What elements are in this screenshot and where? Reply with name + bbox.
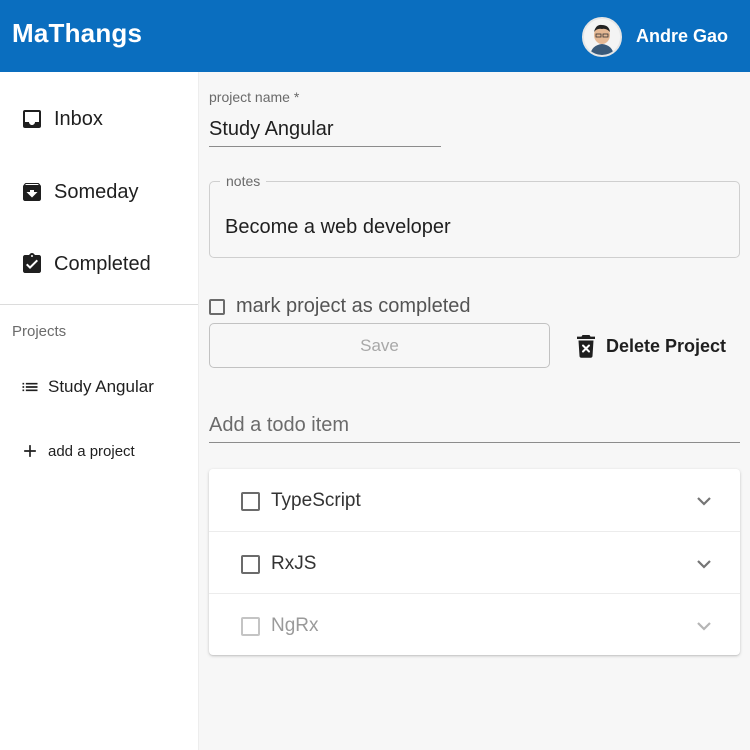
todo-item[interactable]: TypeScript bbox=[209, 469, 740, 531]
todo-item[interactable]: NgRx bbox=[209, 593, 740, 656]
notes-label: notes bbox=[220, 173, 267, 189]
add-project-label: add a project bbox=[48, 442, 135, 460]
user-name[interactable]: Andre Gao bbox=[636, 26, 728, 47]
inbox-icon bbox=[20, 107, 44, 131]
sidebar-item-completed[interactable]: Completed bbox=[20, 249, 151, 279]
delete-project-button[interactable]: Delete Project bbox=[576, 334, 726, 358]
add-project-button[interactable]: add a project bbox=[20, 441, 135, 461]
list-icon bbox=[22, 382, 38, 392]
chevron-down-icon[interactable] bbox=[696, 620, 712, 632]
mark-completed-checkbox[interactable]: mark project as completed bbox=[209, 295, 471, 318]
user-avatar[interactable] bbox=[582, 17, 622, 57]
plus-icon bbox=[24, 445, 36, 457]
app-header: MaThangs Andre Gao bbox=[0, 0, 750, 72]
todo-item[interactable]: RxJS bbox=[209, 531, 740, 594]
todo-label: TypeScript bbox=[271, 490, 361, 511]
project-name-label: project name * bbox=[209, 89, 300, 105]
chevron-down-icon[interactable] bbox=[696, 495, 712, 507]
checkbox-icon[interactable] bbox=[209, 298, 225, 315]
todo-checkbox[interactable] bbox=[241, 492, 260, 511]
sidebar-divider bbox=[0, 304, 198, 305]
trash-icon bbox=[577, 335, 595, 358]
project-detail: project name * notes Become a web develo… bbox=[199, 72, 750, 750]
project-label: Study Angular bbox=[48, 377, 154, 396]
todo-checkbox[interactable] bbox=[241, 555, 260, 574]
sidebar-item-someday[interactable]: Someday bbox=[20, 177, 139, 207]
archive-icon bbox=[20, 180, 44, 204]
delete-project-label: Delete Project bbox=[606, 335, 727, 356]
todo-label: RxJS bbox=[271, 553, 317, 574]
save-button[interactable]: Save bbox=[209, 323, 550, 368]
sidebar-item-label: Completed bbox=[54, 252, 151, 275]
todo-label: NgRx bbox=[271, 615, 319, 636]
todo-list: TypeScript RxJS NgRx bbox=[209, 469, 740, 655]
clipboard-check-icon bbox=[20, 252, 44, 276]
app-title[interactable]: MaThangs bbox=[12, 18, 142, 49]
notes-field[interactable]: notes Become a web developer bbox=[209, 173, 740, 258]
project-name-input[interactable] bbox=[209, 112, 441, 147]
sidebar: Inbox Someday Completed Projects Study A… bbox=[0, 72, 199, 750]
add-todo-input[interactable] bbox=[209, 408, 740, 443]
avatar-image bbox=[584, 19, 620, 55]
projects-heading: Projects bbox=[12, 323, 67, 340]
sidebar-item-study-angular[interactable]: Study Angular bbox=[20, 377, 154, 397]
sidebar-item-label: Inbox bbox=[54, 107, 103, 130]
todo-checkbox[interactable] bbox=[241, 617, 260, 636]
notes-value[interactable]: Become a web developer bbox=[225, 216, 451, 239]
sidebar-item-label: Someday bbox=[54, 180, 139, 203]
chevron-down-icon[interactable] bbox=[696, 558, 712, 570]
mark-completed-label: mark project as completed bbox=[236, 295, 471, 317]
sidebar-item-inbox[interactable]: Inbox bbox=[20, 104, 103, 134]
